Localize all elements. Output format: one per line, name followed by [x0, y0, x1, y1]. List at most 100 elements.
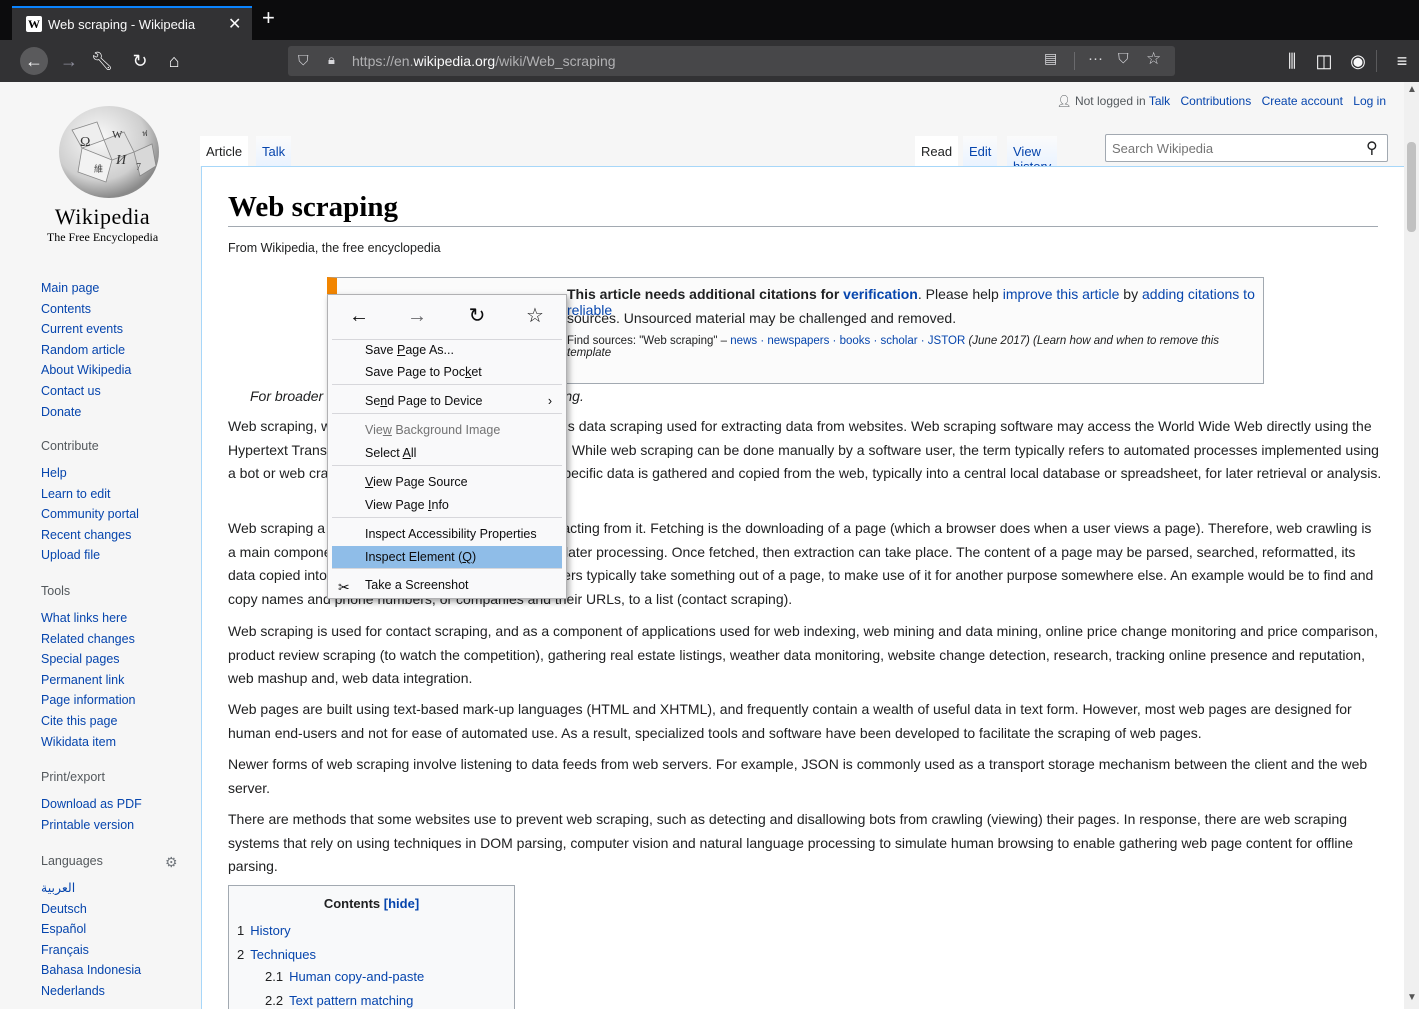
search-input[interactable]: [1112, 141, 1352, 156]
nav-random-article[interactable]: Random article: [41, 340, 131, 361]
reload-icon[interactable]: ↻: [126, 47, 154, 75]
nav-community-portal[interactable]: Community portal: [41, 504, 139, 525]
account-icon[interactable]: ◉: [1344, 47, 1372, 75]
toc-item[interactable]: 2 Techniques: [237, 947, 316, 969]
toc-item[interactable]: 1 History: [237, 923, 291, 945]
menu-item-view-page-source[interactable]: View Page Source: [332, 471, 562, 493]
nav-about-wikipedia[interactable]: About Wikipedia: [41, 360, 131, 381]
tab-talk[interactable]: Talk: [256, 136, 292, 166]
nav-page-information[interactable]: Page information: [41, 690, 136, 711]
menu-separator: [332, 384, 562, 385]
nav-main-page[interactable]: Main page: [41, 278, 131, 299]
wikipedia-logo[interactable]: Ω W И 維 7 ฟ Wikipedia The Free Encyclope…: [30, 92, 190, 252]
verification-link[interactable]: verification: [843, 286, 918, 302]
url-divider: [1074, 52, 1075, 70]
toc-link[interactable]: Techniques: [250, 947, 316, 962]
scrollbar-thumb[interactable]: [1407, 142, 1416, 232]
menu-item-inspect-accessibility-properties[interactable]: Inspect Accessibility Properties: [332, 523, 562, 545]
nav-learn-to-edit[interactable]: Learn to edit: [41, 484, 139, 505]
nav-download-pdf[interactable]: Download as PDF: [41, 794, 142, 815]
bookmark-star-icon[interactable]: ☆: [1146, 49, 1161, 69]
log-in-link[interactable]: Log in: [1353, 94, 1386, 108]
tracking-shield-icon[interactable]: ⛉: [298, 52, 309, 69]
hamburger-menu-icon[interactable]: ≡: [1388, 47, 1416, 75]
lang-bahasa-indonesia[interactable]: Bahasa Indonesia: [41, 960, 141, 981]
search-icon[interactable]: ⚲: [1366, 138, 1378, 158]
menu-item-save-page-as[interactable]: Save Page As...: [332, 339, 562, 361]
library-icon[interactable]: ⫼: [1278, 47, 1306, 75]
table-of-contents: Contents [hide] 1 History 2 Techniques 2.1 Hu…: [228, 885, 515, 1009]
toc-link[interactable]: History: [250, 923, 290, 938]
sidebar-icon[interactable]: ◫: [1310, 47, 1338, 75]
nav-related-changes[interactable]: Related changes: [41, 629, 136, 650]
puzzle-globe-icon: Ω W И 維 7 ฟ: [59, 106, 159, 198]
svg-text:ฟ: ฟ: [142, 129, 148, 138]
gear-icon[interactable]: ⚙: [165, 854, 178, 871]
tab-read[interactable]: Read: [915, 136, 959, 166]
vertical-scrollbar[interactable]: ▲ ▼: [1404, 82, 1419, 1009]
nav-contents[interactable]: Contents: [41, 299, 131, 320]
svg-text:W: W: [112, 129, 123, 141]
lang-arabic[interactable]: العربية: [41, 878, 141, 899]
toc-hide-toggle[interactable]: [hide]: [384, 896, 419, 911]
toc-title: Contents [hide]: [323, 896, 420, 911]
nav-help[interactable]: Help: [41, 463, 139, 484]
tab-article[interactable]: Article: [200, 136, 249, 166]
contributions-link[interactable]: Contributions: [1181, 94, 1252, 108]
toc-link[interactable]: Human copy-and-paste: [289, 969, 424, 984]
nav-donate[interactable]: Donate: [41, 402, 131, 423]
url-text[interactable]: https://en.wikipedia.org/wiki/Web_scrapi…: [352, 53, 616, 69]
nav-printable-version[interactable]: Printable version: [41, 815, 142, 836]
bookmark-star-icon[interactable]: ☆: [520, 303, 550, 329]
improve-article-link[interactable]: improve this article: [1003, 286, 1120, 302]
new-tab-icon[interactable]: +: [262, 6, 275, 30]
menu-item-take-a-screenshot[interactable]: Take a Screenshot ✂: [332, 574, 562, 596]
page-title: Web scraping: [228, 191, 1378, 227]
menu-item-view-page-info[interactable]: View Page Info: [332, 494, 562, 516]
nav-what-links-here[interactable]: What links here: [41, 608, 136, 629]
forward-arrow-icon[interactable]: →: [55, 47, 83, 75]
reader-view-icon[interactable]: ▤: [1044, 50, 1057, 67]
menu-item-inspect-element[interactable]: Inspect Element (Q): [332, 546, 562, 568]
reload-icon[interactable]: ↻: [462, 303, 492, 329]
wikipedia-favicon-icon: W: [26, 16, 42, 32]
url-bar[interactable]: ⛉ 🔒︎ https://en.wikipedia.org/wiki/Web_s…: [288, 46, 1175, 76]
menu-item-send-page-to-device[interactable]: Send Page to Device ›: [332, 390, 562, 412]
scroll-down-icon[interactable]: ▼: [1407, 992, 1417, 1003]
nav-permanent-link[interactable]: Permanent link: [41, 670, 136, 691]
nav-contact-us[interactable]: Contact us: [41, 381, 131, 402]
tab-view-history[interactable]: View history: [1007, 136, 1058, 174]
toc-link[interactable]: Text pattern matching: [289, 993, 413, 1008]
close-tab-icon[interactable]: ✕: [228, 14, 241, 34]
lang-francais[interactable]: Français: [41, 940, 141, 961]
nav-special-pages[interactable]: Special pages: [41, 649, 136, 670]
nav-current-events[interactable]: Current events: [41, 319, 131, 340]
nav-cite-this-page[interactable]: Cite this page: [41, 711, 136, 732]
menu-item-save-page-to-pocket[interactable]: Save Page to Pocket: [332, 361, 562, 383]
nav-wikidata-item[interactable]: Wikidata item: [41, 732, 136, 753]
back-arrow-icon[interactable]: ←: [20, 47, 48, 75]
toc-item[interactable]: 2.1 Human copy-and-paste: [265, 969, 424, 991]
contribute-heading: Contribute: [41, 439, 99, 453]
lock-icon[interactable]: 🔒︎: [328, 52, 335, 68]
lang-nederlands[interactable]: Nederlands: [41, 981, 141, 1002]
lang-deutsch[interactable]: Deutsch: [41, 899, 141, 920]
browser-tab[interactable]: W Web scraping - Wikipedia ✕: [12, 6, 252, 40]
toc-item[interactable]: 2.2 Text pattern matching: [265, 993, 413, 1009]
lang-espanol[interactable]: Español: [41, 919, 141, 940]
find-sources-links[interactable]: news · newspapers · books · scholar · JS…: [730, 335, 965, 347]
pocket-icon[interactable]: ⛉: [1118, 50, 1129, 67]
tab-edit[interactable]: Edit: [963, 136, 998, 166]
wrench-icon[interactable]: 🔧︎: [88, 47, 116, 75]
nav-recent-changes[interactable]: Recent changes: [41, 525, 139, 546]
back-arrow-icon[interactable]: ←: [344, 303, 374, 329]
create-account-link[interactable]: Create account: [1262, 94, 1343, 108]
scroll-up-icon[interactable]: ▲: [1407, 84, 1417, 95]
home-icon[interactable]: ⌂: [160, 47, 188, 75]
menu-item-select-all[interactable]: Select All: [332, 442, 562, 464]
personal-talk-link[interactable]: Talk: [1149, 94, 1170, 108]
menu-item-view-background-image[interactable]: View Background Image: [332, 419, 562, 441]
nav-upload-file[interactable]: Upload file: [41, 545, 139, 566]
forward-arrow-icon[interactable]: →: [402, 303, 432, 329]
page-actions-icon[interactable]: ···: [1088, 50, 1103, 67]
